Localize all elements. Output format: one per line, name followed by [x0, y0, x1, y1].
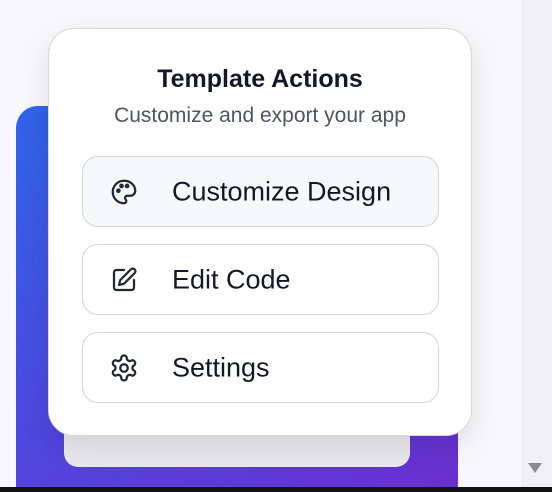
edit-icon [108, 264, 140, 296]
vertical-scrollbar[interactable] [521, 0, 552, 487]
edit-code-button[interactable]: Edit Code [82, 244, 439, 315]
scroll-down-arrow-icon[interactable] [528, 463, 542, 473]
popover-subtitle: Customize and export your app [114, 104, 406, 127]
palette-icon [108, 176, 140, 208]
customize-design-label: Customize Design [172, 176, 392, 206]
customize-design-button[interactable]: Customize Design [82, 156, 439, 227]
edit-code-label: Edit Code [172, 264, 291, 294]
bottom-edge-bar [0, 487, 552, 492]
settings-label: Settings [172, 352, 270, 382]
settings-button[interactable]: Settings [82, 332, 439, 403]
popover-title: Template Actions [157, 65, 363, 93]
template-actions-popover: Template Actions Customize and export yo… [48, 28, 472, 436]
gear-icon [108, 352, 140, 384]
